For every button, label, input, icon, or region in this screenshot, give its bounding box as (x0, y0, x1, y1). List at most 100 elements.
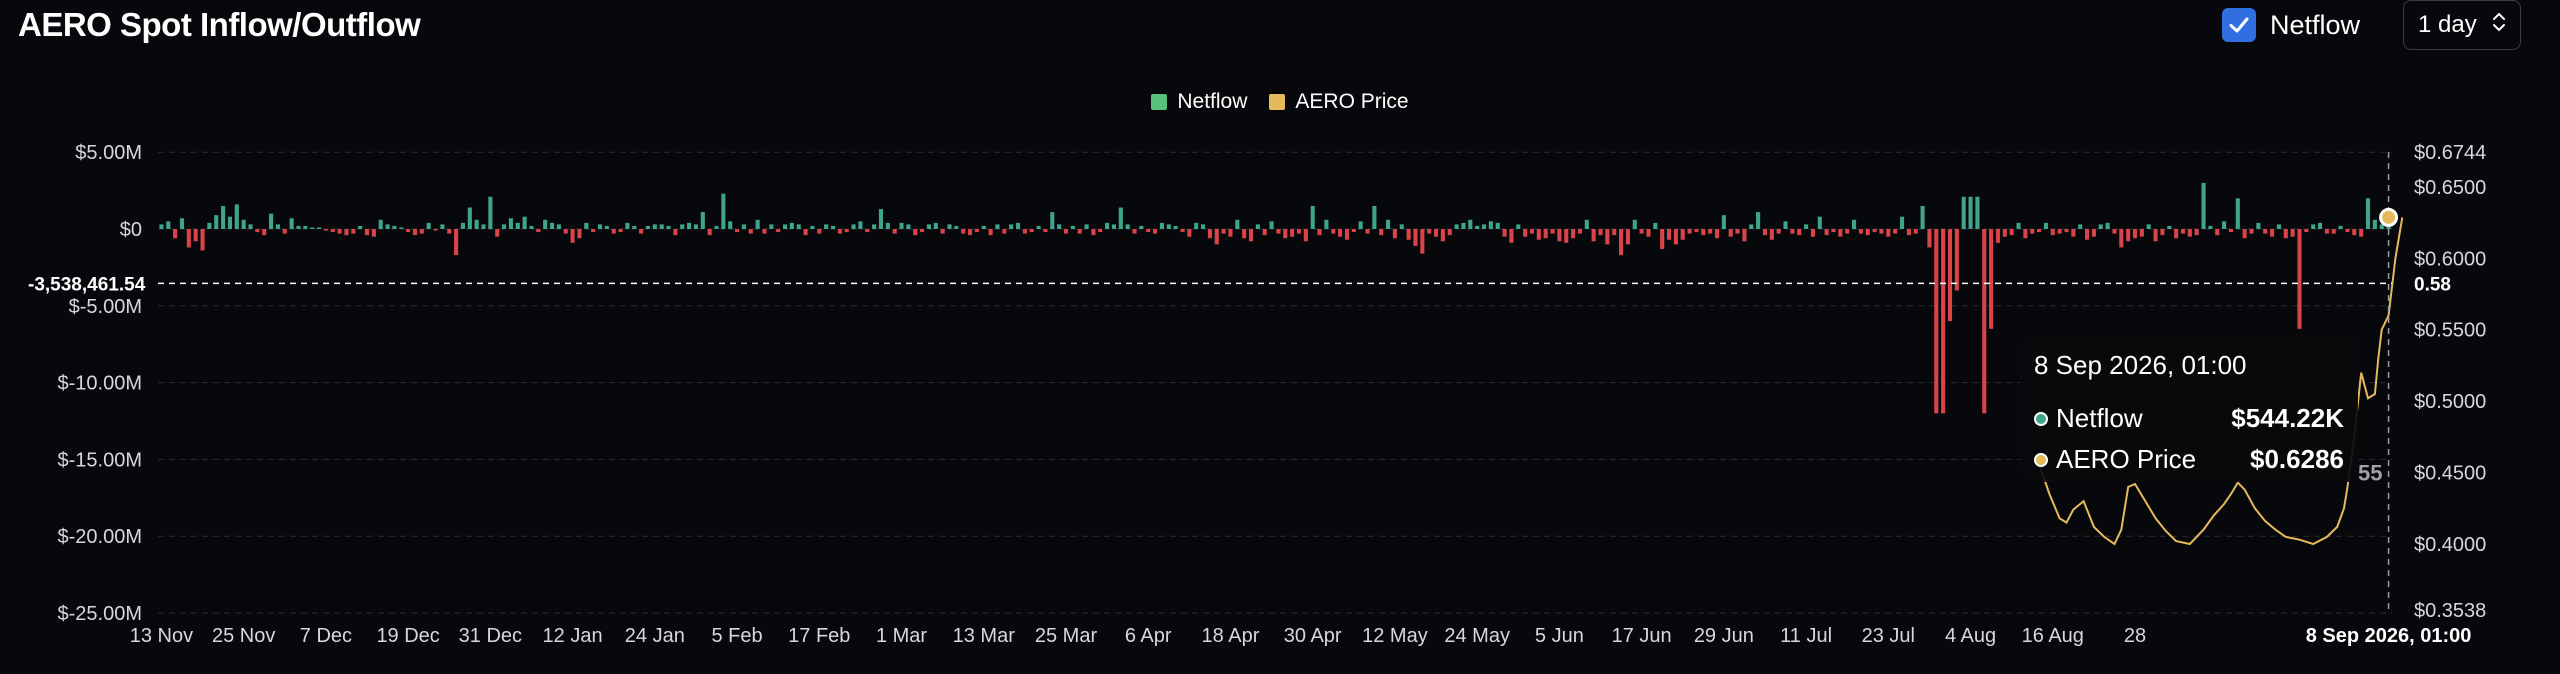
netflow-bar (1153, 229, 1158, 234)
netflow-bar (289, 218, 294, 229)
netflow-bar (1324, 219, 1329, 229)
netflow-bar (1886, 229, 1891, 237)
netflow-bar (262, 229, 267, 236)
netflow-bar (1488, 221, 1493, 229)
netflow-bar (988, 229, 993, 236)
netflow-bar (179, 218, 185, 229)
netflow-bar (1502, 229, 1507, 237)
netflow-bar (1317, 229, 1322, 236)
netflow-bar (1906, 229, 1911, 236)
netflow-bar (399, 227, 404, 229)
netflow-bar (1564, 229, 1569, 243)
netflow-bar (1893, 229, 1898, 234)
netflow-bar (2146, 224, 2151, 229)
netflow-bar (1235, 219, 1240, 229)
netflow-bar (447, 229, 452, 234)
netflow-bar (1735, 229, 1740, 234)
netflow-bar (1180, 229, 1185, 233)
netflow-bar (1708, 229, 1713, 234)
netflow-bar (659, 224, 664, 229)
netflow-bar (2187, 229, 2192, 237)
netflow-bar (1961, 196, 1966, 229)
netflow-bar (611, 229, 616, 234)
netflow-bar (625, 222, 630, 229)
tooltip-row-price: AERO Price $0.6286 (2034, 444, 2344, 475)
netflow-bar (2331, 229, 2336, 234)
netflow-bar (1598, 229, 1603, 236)
netflow-bar (933, 222, 938, 229)
netflow-bar (1276, 229, 1281, 234)
netflow-bar (2215, 229, 2220, 236)
netflow-bar (974, 229, 979, 233)
netflow-bar (200, 229, 205, 251)
tooltip-dot-netflow (2034, 411, 2048, 426)
netflow-bar (2228, 229, 2234, 233)
netflow-bar (1536, 229, 1541, 240)
netflow-bar (748, 229, 753, 234)
netflow-bar (1701, 229, 1706, 236)
netflow-bar (1571, 229, 1576, 239)
netflow-bar (1283, 229, 1288, 239)
y-axis-right-tick-label: $0.6000 (2414, 248, 2486, 270)
netflow-bar (1625, 229, 1630, 245)
netflow-bar (652, 224, 657, 229)
netflow-bar (851, 224, 856, 229)
netflow-bar (1550, 229, 1555, 234)
netflow-bar (1749, 224, 1754, 229)
netflow-bar (1420, 229, 1425, 254)
netflow-bar (906, 224, 911, 229)
netflow-bar (1769, 229, 1774, 240)
tooltip-value-netflow: $544.22K (2231, 403, 2344, 433)
y-axis-right-tick-label: $0.4500 (2414, 463, 2486, 485)
netflow-bar (556, 224, 561, 229)
netflow-bar (1804, 224, 1809, 229)
x-axis-tick-label: 17 Jun (1612, 625, 1672, 647)
netflow-bar (1296, 229, 1302, 234)
x-axis-tick-label: 13 Nov (130, 625, 193, 647)
netflow-bar (2359, 229, 2364, 237)
x-axis-tick-label: 12 May (1362, 625, 1428, 647)
netflow-bar (1015, 222, 1021, 229)
netflow-bar (1858, 229, 1863, 234)
netflow-bar (1029, 229, 1034, 233)
netflow-bar (1248, 229, 1254, 242)
netflow-bar (2242, 229, 2247, 239)
netflow-bar (1865, 229, 1870, 236)
y-axis-right-tick-label: $0.4000 (2414, 534, 2486, 556)
crosshair-right-label: 0.58 (2414, 274, 2451, 295)
netflow-bar (433, 229, 438, 231)
netflow-bar (796, 224, 801, 229)
netflow-bar (515, 222, 520, 229)
chart-tooltip: 8 Sep 2026, 01:00 Netflow $544.22K AERO … (2020, 334, 2358, 482)
netflow-bar (337, 229, 342, 234)
netflow-bar (234, 204, 239, 229)
netflow-bar (1139, 225, 1144, 229)
netflow-bar (2283, 229, 2288, 239)
x-axis-tick-label: 17 Feb (788, 625, 850, 647)
netflow-bar (687, 222, 692, 229)
netflow-bar (1200, 224, 1206, 229)
netflow-bar (1995, 229, 2001, 243)
netflow-bar (474, 219, 479, 229)
netflow-bar (2071, 229, 2076, 237)
x-axis-tick-label: 7 Dec (300, 625, 352, 647)
x-axis-tick-label: 16 Aug (2022, 625, 2084, 647)
netflow-bar (776, 229, 781, 233)
netflow-bar (967, 229, 973, 236)
netflow-bar (1762, 229, 1768, 236)
netflow-bar (1290, 229, 1295, 237)
x-axis-tick-label: 11 Jul (1780, 625, 1832, 647)
netflow-bar (255, 229, 260, 233)
netflow-bar (1920, 205, 1925, 229)
netflow-bar (1228, 229, 1233, 237)
netflow-bar (1968, 196, 1973, 229)
netflow-bar (440, 224, 445, 229)
netflow-bar (1050, 212, 1055, 229)
netflow-bar (940, 229, 945, 234)
netflow-bar (214, 215, 219, 229)
y-axis-left-tick-label: $5.00M (75, 142, 142, 164)
netflow-bar (995, 224, 1000, 229)
netflow-bar (1975, 196, 1980, 229)
netflow-bar (1838, 229, 1843, 237)
netflow-bar (2002, 229, 2007, 237)
